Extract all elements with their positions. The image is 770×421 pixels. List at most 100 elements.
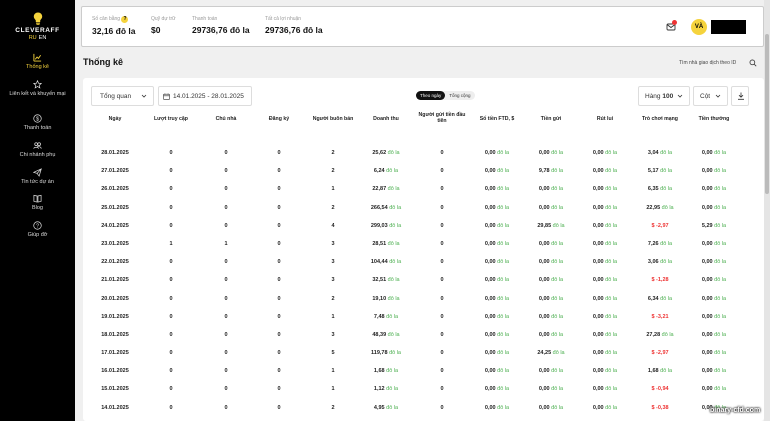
table-cell: 0,00 đô la [471,386,523,392]
cell-value: 119,78 [371,350,388,357]
column-header[interactable]: Người buôn bán [308,116,358,122]
sidebar-item-blog[interactable]: Blog [0,194,75,211]
table-cell: 299,03 đô la [362,223,410,229]
column-header[interactable]: Số tiền FTD, $ [471,116,523,122]
table-cell: 0 [224,331,228,338]
table-cell: 7,48 đô la [362,314,410,320]
column-header[interactable]: Doanh thu [362,116,410,122]
send-icon [33,168,42,177]
table-row: 21.01.2025 0 0 0 3 32,51 đô la 0 0,00 đô la 0,00… [83,273,764,291]
table-cell: 0,00 đô la [692,368,736,374]
sidebar-item-payments[interactable]: $ Thanh toán [0,114,75,131]
column-header[interactable]: Ngày [89,116,141,122]
sidebar-item-project-news[interactable]: Tin tức dự án [0,168,75,185]
column-header[interactable]: Lượt truy cập [146,116,196,122]
cell-value: 0,00 [484,295,496,302]
cell-value: 0,00 [592,222,604,229]
sidebar-item-help[interactable]: ? Giúp đỡ [0,221,75,238]
table-cell: 0 [440,368,444,375]
sidebar-item-sub-affiliates[interactable]: Chi nhánh phụ [0,141,75,158]
download-button[interactable] [731,86,749,106]
table-cell: 0,00 đô la [581,241,629,247]
cell-value: 22,87 [372,186,387,193]
table-cell: 0 [224,313,228,320]
column-header[interactable]: Chủ nhà [204,116,248,122]
date-range-picker[interactable]: 14.01.2025 - 28.01.2025 [158,86,252,106]
column-header[interactable]: Rút lui [581,116,629,122]
table-cell: 0,00 đô la [692,296,736,302]
table-cell: 3 [331,259,335,266]
cell-value: 0,00 [701,368,713,375]
currency-unit: đô la [497,386,510,393]
table-cell: 0 [440,386,444,393]
lang-en[interactable]: EN [39,35,47,41]
table-cell: 0,00 đô la [471,296,523,302]
table-cell: 0 [440,222,444,229]
table-cell: 0,00 đô la [525,241,577,247]
chevron-down-icon [141,94,147,98]
cell-value: 0,00 [701,313,713,320]
currency-unit: đô la [714,222,727,229]
search-icon[interactable] [749,59,757,67]
toggle-by-day[interactable]: Theo ngày [416,91,446,100]
cell-value: 0,00 [538,150,550,156]
table-cell: 0 [224,350,228,357]
trader-search[interactable]: Tìm nhà giao dịch theo ID [675,57,757,69]
table-cell: 22,95 đô la [633,205,687,211]
page-scrollbar[interactable] [764,0,770,421]
table-row: 27.01.2025 0 0 0 2 6,24 đô la 0 0,00 đô la 9,78 … [83,164,764,182]
lightbulb-icon [33,12,42,25]
currency-unit: đô la [497,277,510,284]
logo[interactable]: CLEVERAFF RU EN [0,12,75,41]
currency-unit: đô la [387,331,400,338]
avatar[interactable]: VÀ [691,19,707,35]
sidebar-item-statistics[interactable]: Thống kê [0,53,75,70]
currency-unit: đô la [552,350,565,357]
column-header[interactable]: Tiền gửi [525,116,577,122]
lang-ru[interactable]: RU [29,35,37,41]
cell-value: 9,78 [538,168,550,175]
currency-unit: đô la [387,186,400,193]
table-row: 28.01.2025 0 0 0 2 25,62 đô la 0 0,00 đô la 0,00… [83,146,764,164]
currency-unit: đô la [714,350,727,357]
rows-per-page-select[interactable]: Hàng 100 [638,86,690,106]
scrollbar-thumb[interactable] [765,34,769,194]
currency-unit: đô la [714,168,727,175]
currency-unit: đô la [551,368,564,375]
view-select-value: Tổng quan [100,93,132,100]
table-cell: 104,44 đô la [362,259,410,265]
table-cell: 119,78 đô la [362,350,410,356]
table-cell: 0,00 đô la [525,296,577,302]
view-select[interactable]: Tổng quan [91,86,154,106]
column-header[interactable]: Trò chơi mạng [633,116,687,122]
table-cell: 3 [331,277,335,284]
cell-value: 0,00 [538,240,550,247]
cell-value: 104,44 [370,259,388,266]
columns-select[interactable]: Cột [693,86,728,106]
currency-unit: đô la [389,204,402,211]
currency-unit: đô la [497,204,510,211]
language-switcher: RU EN [0,35,75,41]
table-row: 14.01.2025 0 0 0 2 4,95 đô la 0 0,00 đô la 0,00 … [83,401,764,419]
rows-value: 100 [662,93,674,100]
currency-unit: đô la [386,313,399,320]
currency-unit: đô la [497,240,510,247]
cell-value: 5,17 [647,168,659,175]
cell-value: 0,00 [538,259,550,266]
column-header[interactable]: Đăng ký [259,116,299,122]
currency-unit: đô la [605,150,618,156]
table-cell: 1,68 đô la [633,368,687,374]
sidebar-item-links-promos[interactable]: Liên kết và khuyến mại [0,80,75,97]
cell-value: 0,00 [592,386,604,393]
help-badge-icon[interactable]: ? [121,16,129,23]
column-header[interactable]: Tiền thưởng [692,116,736,122]
table-cell: 15.01.2025 [101,386,129,393]
table-cell: 48,39 đô la [362,332,410,338]
currency-unit: đô la [605,240,618,247]
cell-value: 299,03 [370,222,388,229]
search-input[interactable]: Tìm nhà giao dịch theo ID [679,60,744,66]
currency-unit: đô la [714,331,727,338]
toggle-total[interactable]: Tổng cộng [445,91,474,100]
column-header[interactable]: Người gửi tiền đầu tiên [414,112,470,124]
cell-value: 0,00 [592,350,604,357]
